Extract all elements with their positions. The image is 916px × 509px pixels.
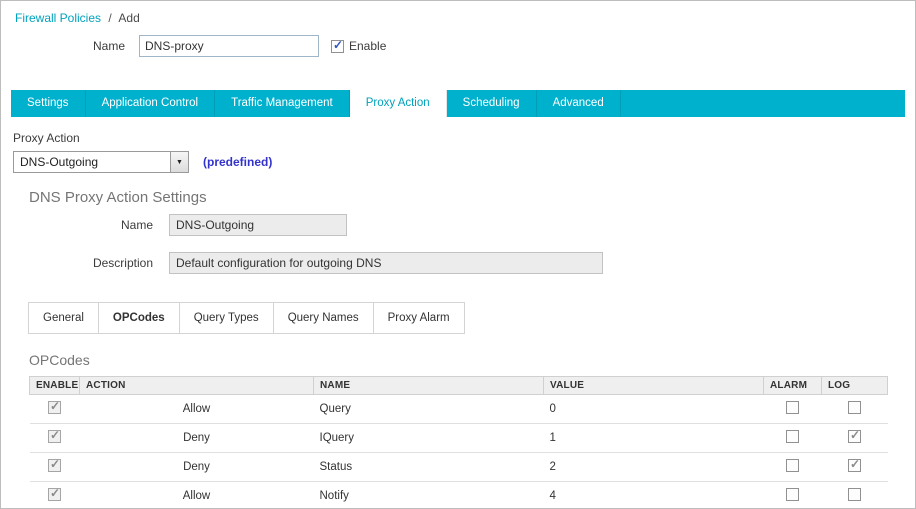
- opcode-row-notify: AllowNotify4: [29, 481, 888, 508]
- name-cell: Notify: [313, 481, 544, 508]
- enabled-checkbox[interactable]: [48, 486, 61, 501]
- column-header-name: NAME: [313, 376, 544, 395]
- log-checkbox[interactable]: [848, 488, 861, 501]
- enabled-checkbox[interactable]: [48, 428, 61, 443]
- action-cell[interactable]: Deny: [79, 452, 314, 482]
- log-cell: [821, 452, 888, 482]
- name-cell: IQuery: [313, 423, 544, 453]
- action-cell[interactable]: Deny: [79, 423, 314, 453]
- column-header-alarm: ALARM: [763, 376, 822, 395]
- action-cell[interactable]: Allow: [79, 394, 314, 424]
- subtab-opcodes[interactable]: OPCodes: [97, 302, 180, 334]
- column-header-enabled: ENABLED: [29, 376, 80, 395]
- enable-label: Enable: [349, 39, 387, 53]
- breadcrumb-current: Add: [118, 11, 140, 25]
- name-cell: Status: [313, 452, 544, 482]
- enabled-checkbox[interactable]: [48, 399, 61, 414]
- proxy-action-label: Proxy Action: [13, 131, 80, 145]
- value-cell: 1: [543, 423, 764, 453]
- enabled-cell: [29, 394, 80, 424]
- main-tab-bar: Settings Application Control Traffic Manag…: [11, 90, 905, 117]
- opcodes-table: ENABLEDACTIONNAMEVALUEALARMLOG AllowQuer…: [29, 376, 888, 508]
- name-cell: Query: [313, 394, 544, 424]
- tab-advanced[interactable]: Advanced: [537, 90, 621, 117]
- subtab-general[interactable]: General: [28, 302, 99, 334]
- proxy-name-row: Name: [13, 214, 915, 236]
- subtab-query-names[interactable]: Query Names: [272, 302, 374, 334]
- policy-name-input[interactable]: [139, 35, 319, 57]
- alarm-cell: [763, 452, 822, 482]
- proxy-action-section: Proxy Action DNS-Outgoing ▼ (predefined)…: [1, 131, 915, 274]
- enabled-cell: [29, 481, 80, 508]
- enabled-cell: [29, 452, 80, 482]
- value-cell: 4: [543, 481, 764, 508]
- policy-name-row: Name Enable: [1, 35, 915, 57]
- firewall-policy-page: Firewall Policies / Add Name Enable Sett…: [0, 0, 916, 509]
- value-cell: 2: [543, 452, 764, 482]
- proxy-description-input[interactable]: [169, 252, 603, 274]
- column-header-log: LOG: [821, 376, 888, 395]
- subtab-proxy-alarm[interactable]: Proxy Alarm: [372, 302, 465, 334]
- alarm-checkbox[interactable]: [786, 459, 799, 472]
- log-cell: [821, 481, 888, 508]
- opcode-row-iquery: DenyIQuery1: [29, 423, 888, 453]
- alarm-checkbox[interactable]: [786, 430, 799, 443]
- breadcrumb: Firewall Policies / Add: [1, 1, 915, 25]
- enabled-checkbox[interactable]: [48, 457, 61, 472]
- tab-settings[interactable]: Settings: [11, 90, 86, 117]
- enable-wrap: Enable: [331, 38, 387, 53]
- opcode-row-status: DenyStatus2: [29, 452, 888, 482]
- proxy-description-row: Description: [13, 252, 915, 274]
- column-header-value: VALUE: [543, 376, 764, 395]
- dropdown-arrow-icon[interactable]: ▼: [170, 152, 188, 172]
- action-cell[interactable]: Allow: [79, 481, 314, 508]
- breadcrumb-separator: /: [108, 11, 112, 25]
- tab-proxy-action[interactable]: Proxy Action: [349, 90, 447, 117]
- proxy-action-row: DNS-Outgoing ▼ (predefined): [13, 151, 915, 173]
- log-cell: [821, 423, 888, 453]
- opcodes-header-row: ENABLEDACTIONNAMEVALUEALARMLOG: [29, 376, 888, 395]
- alarm-cell: [763, 394, 822, 424]
- opcode-row-query: AllowQuery0: [29, 394, 888, 424]
- proxy-name-input[interactable]: [169, 214, 347, 236]
- alarm-checkbox[interactable]: [786, 401, 799, 414]
- policy-name-label: Name: [92, 39, 125, 53]
- value-cell: 0: [543, 394, 764, 424]
- tab-scheduling[interactable]: Scheduling: [447, 90, 537, 117]
- enabled-cell: [29, 423, 80, 453]
- dns-proxy-settings-title: DNS Proxy Action Settings: [29, 189, 207, 206]
- alarm-cell: [763, 423, 822, 453]
- proxy-description-label: Description: [92, 256, 153, 270]
- enable-checkbox[interactable]: [331, 38, 344, 53]
- proxy-name-label: Name: [120, 218, 153, 232]
- breadcrumb-link-firewall-policies[interactable]: Firewall Policies: [15, 11, 101, 25]
- tab-traffic-management[interactable]: Traffic Management: [215, 90, 350, 117]
- opcodes-section-title: OPCodes: [29, 352, 90, 368]
- alarm-checkbox[interactable]: [786, 488, 799, 501]
- column-header-action: ACTION: [79, 376, 314, 395]
- log-cell: [821, 394, 888, 424]
- tab-application-control[interactable]: Application Control: [86, 90, 216, 117]
- log-checkbox[interactable]: [848, 457, 861, 472]
- proxy-settings-sub-tabs: General OPCodes Query Types Query Names Prox…: [28, 302, 465, 334]
- alarm-cell: [763, 481, 822, 508]
- proxy-action-selected-value: DNS-Outgoing: [20, 155, 99, 169]
- log-checkbox[interactable]: [848, 428, 861, 443]
- subtab-query-types[interactable]: Query Types: [178, 302, 274, 334]
- predefined-note: (predefined): [203, 155, 273, 169]
- proxy-action-select[interactable]: DNS-Outgoing ▼: [13, 151, 189, 173]
- log-checkbox[interactable]: [848, 401, 861, 414]
